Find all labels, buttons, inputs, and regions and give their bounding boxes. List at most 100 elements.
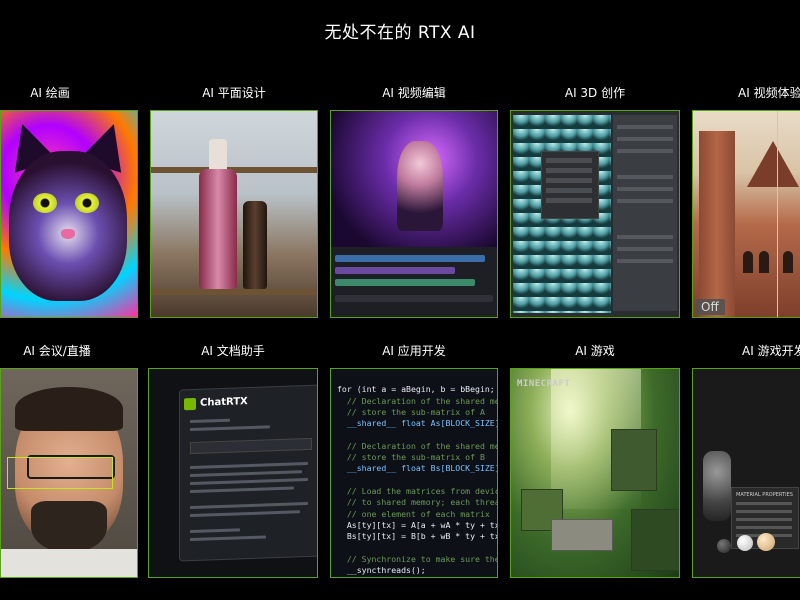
off-badge: Off [695,299,725,315]
code-line: for (int a = aBegin, b = bBegin; a < [337,384,498,395]
code-line: // store the sub-matrix of B [337,452,485,463]
prop-row [617,259,673,263]
prop-row [617,199,673,203]
cat-left-eye [33,193,57,213]
code-line: __shared__ float As[BLOCK_SIZE][BL [337,418,498,429]
material-sphere[interactable] [757,533,775,551]
code-line: __shared__ float Bs[BLOCK_SIZE][BL [337,463,498,474]
chat-text-line [190,501,308,510]
label-ai-gaming: AI 游戏 [575,344,615,358]
panel-row [546,198,592,203]
chat-text-line [190,510,300,518]
panel-row [546,158,592,163]
prop-row [617,137,673,141]
tile-ai-gaming-minecraft[interactable]: MINECRAFT [510,368,680,578]
dj-person [397,141,443,231]
timeline-track [335,279,475,286]
tile-ai-document-assistant-chatrtx[interactable]: ChatRTX [148,368,318,578]
label-ai-video-editing: AI 视频编辑 [382,86,446,100]
person-hair [15,387,123,431]
person-beard [31,501,107,553]
code-line: // Load the matrices from device m [337,485,498,496]
timeline-track [335,267,455,274]
timeline-track [335,255,485,262]
tile-ai-graphic-design-bottle[interactable] [150,110,318,318]
property-row [736,510,792,513]
code-line: Bs[ty][tx] = B[b + wB * ty + tx]; [337,531,498,542]
panel-row [546,178,592,183]
material-sphere[interactable] [737,535,753,551]
chatrtx-window[interactable]: ChatRTX [179,384,317,562]
building-tower [699,131,735,317]
chat-text-line [190,470,302,478]
comparison-split-line[interactable] [777,111,778,317]
video-timeline[interactable] [331,247,497,317]
panel-row [546,168,592,173]
code-line: // to shared memory; each thread l [337,497,498,508]
properties-panel[interactable] [613,115,677,311]
property-row [736,502,792,505]
tile-ai-painting-cat[interactable] [0,110,138,318]
code-line: // store the sub-matrix of A [337,406,485,417]
chat-text-line [190,477,308,486]
tile-ai-video-experience-building[interactable]: Off [692,110,800,318]
prop-row [617,187,673,191]
cat-right-eye [75,193,99,213]
label-ai-app-development: AI 应用开发 [382,344,446,358]
building-window [783,251,793,273]
minecraft-logo: MINECRAFT [517,379,571,389]
label-ai-video-experience: AI 视频体验 [738,86,800,100]
prop-row [617,235,673,239]
code-line: // Declaration of the shared memor [337,440,498,451]
tile-ai-meeting-face[interactable] [0,368,138,578]
character-model [703,451,731,521]
tile-ai-game-development[interactable]: MATERIAL PROPERTIES [692,368,800,578]
tile-ai-3d-creation[interactable] [510,110,680,318]
building-roof [747,141,799,187]
code-line: __syncthreads(); [337,565,426,576]
eye-tracking-box [7,457,113,489]
prop-row [617,175,673,179]
code-line: // Declaration of the shared memor [337,395,498,406]
label-ai-painting: AI 绘画 [30,86,70,100]
shelf-bottom [151,289,317,295]
tile-ai-app-development-code[interactable]: for (int a = aBegin, b = bBegin; a < // … [330,368,498,578]
panel-row [546,188,592,193]
grass-block [611,429,657,491]
property-row [736,518,792,521]
chatrtx-title: ChatRTX [200,396,248,409]
chatrtx-header: ChatRTX [184,396,248,411]
prop-row [617,125,673,129]
code-line: As[ty][tx] = A[a + wA * ty + tx]; [337,519,498,530]
code-block: for (int a = aBegin, b = bBegin; a < // … [337,373,498,577]
label-ai-game-development: AI 游戏开发 [742,344,800,358]
label-ai-document-assistant: AI 文档助手 [201,344,265,358]
material-properties-title: MATERIAL PROPERTIES [736,492,793,498]
chat-text-line [190,528,240,534]
material-sphere[interactable] [717,539,731,553]
chat-text-line [190,461,308,470]
label-ai-3d-creation: AI 3D 创作 [564,86,626,100]
stone-block [551,519,613,551]
chat-question-box[interactable] [190,437,312,455]
pink-bottle [199,169,237,289]
cat-face [9,151,127,301]
code-line: // Synchronize to make sure the ma [337,553,498,564]
timeline-track [335,295,493,302]
prop-row [617,149,673,153]
prop-row [617,247,673,251]
chat-text-line [190,535,266,542]
label-ai-graphic-design: AI 平面设计 [202,86,266,100]
code-line: // one element of each matrix [337,508,490,519]
building-window [743,251,753,273]
chat-text-line [190,418,230,424]
nvidia-logo-icon [184,397,196,411]
building-window [759,251,769,273]
tile-ai-video-editing-dj[interactable] [330,110,498,318]
grass-block [631,509,679,571]
page-title: 无处不在的 RTX AI [324,23,476,43]
node-panel[interactable] [541,151,599,219]
chat-text-line [190,425,270,432]
label-ai-meeting-streaming: AI 会议/直播 [23,344,91,358]
cat-nose [61,229,75,239]
